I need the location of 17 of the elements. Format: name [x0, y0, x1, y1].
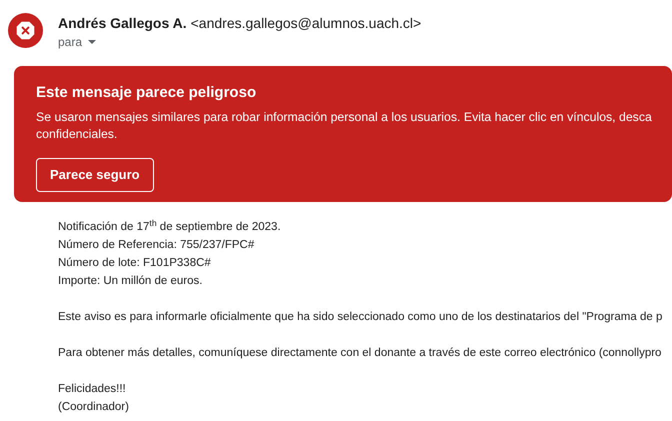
warning-title: Este mensaje parece peligroso [36, 83, 258, 103]
warning-text: Se usaron mensajes similares para robar información personal a los usuarios. Evita hacer clic en vínculos, desca [36, 109, 653, 126]
sender-address: <andres.gallegos@alumnos.uach.cl> [190, 14, 422, 32]
warning-text: confidenciales. [36, 126, 118, 143]
message-line: Notificación de 17$^{th}$ de septiembre de 2023. [58, 218, 281, 235]
message-line: Felicidades!!! [58, 382, 126, 397]
warning-avatar-icon [8, 13, 43, 48]
message-line: (Coordinador) [58, 400, 129, 415]
recipients-dropdown[interactable]: para [58, 34, 422, 50]
caret-icon [88, 40, 96, 44]
sender-name: Andrés Gallegos A. [58, 14, 187, 32]
looks-safe-button[interactable]: Parece seguro [36, 158, 154, 192]
message-line: Importe: Un millón de euros. [58, 274, 202, 289]
message-line: Número de lote: F101P338C# [58, 256, 211, 271]
message-line: Este aviso es para informarle oficialmente que ha sido seleccionado como uno de los destinatarios del "Programa de p [58, 310, 662, 325]
message-line: Para obtener más detalles, comuníquese directamente con el donante a través de este correo electrónico (connollypro [58, 346, 662, 361]
message-line: Número de Referencia: 755/237/FPC# [58, 238, 254, 253]
